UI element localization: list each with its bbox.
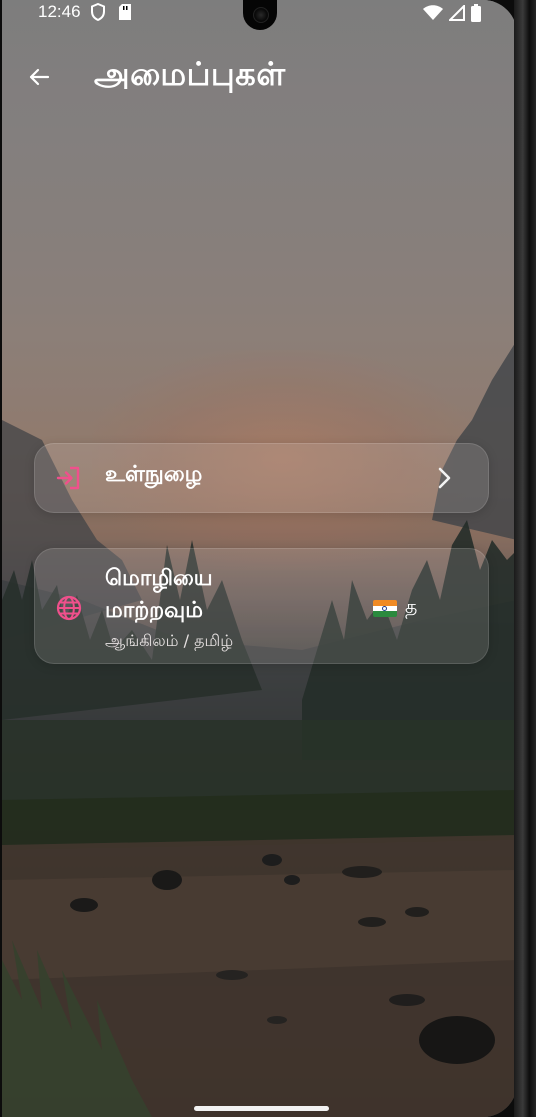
page-title: அமைப்புகள் (94, 55, 286, 93)
chevron-right-icon (432, 464, 456, 496)
login-setting[interactable]: உள்நுழை (34, 443, 489, 513)
battery-icon (471, 4, 481, 27)
arrow-left-icon (27, 65, 51, 93)
front-camera (243, 0, 277, 30)
sd-card-icon (118, 4, 132, 25)
shield-icon (90, 2, 106, 26)
wifi-icon (423, 5, 443, 26)
home-indicator[interactable] (194, 1106, 329, 1111)
status-bar: 12:46 (2, 0, 517, 30)
login-icon (55, 464, 83, 496)
device: 12:46 அமைப்புகள் உள்நுழை மொழியை மாற்றவும… (0, 0, 536, 1117)
signal-icon (447, 3, 465, 26)
back-button[interactable] (20, 60, 58, 98)
login-label: உள்நுழை (105, 462, 203, 487)
current-language[interactable]: த (373, 596, 417, 621)
status-right-icons (423, 3, 481, 27)
current-language-value: த (405, 596, 418, 618)
status-time: 12:46 (38, 2, 81, 21)
language-subtitle: ஆங்கிலம் / தமிழ் (105, 631, 234, 650)
screen: 12:46 அமைப்புகள் உள்நுழை மொழியை மாற்றவும… (2, 0, 517, 1117)
india-flag-icon (373, 600, 397, 617)
language-setting[interactable]: மொழியை மாற்றவும் ஆங்கிலம் / தமிழ் த (34, 548, 489, 664)
language-label: மொழியை மாற்றவும் (105, 566, 213, 623)
globe-icon (56, 595, 82, 625)
device-frame (514, 0, 536, 1117)
